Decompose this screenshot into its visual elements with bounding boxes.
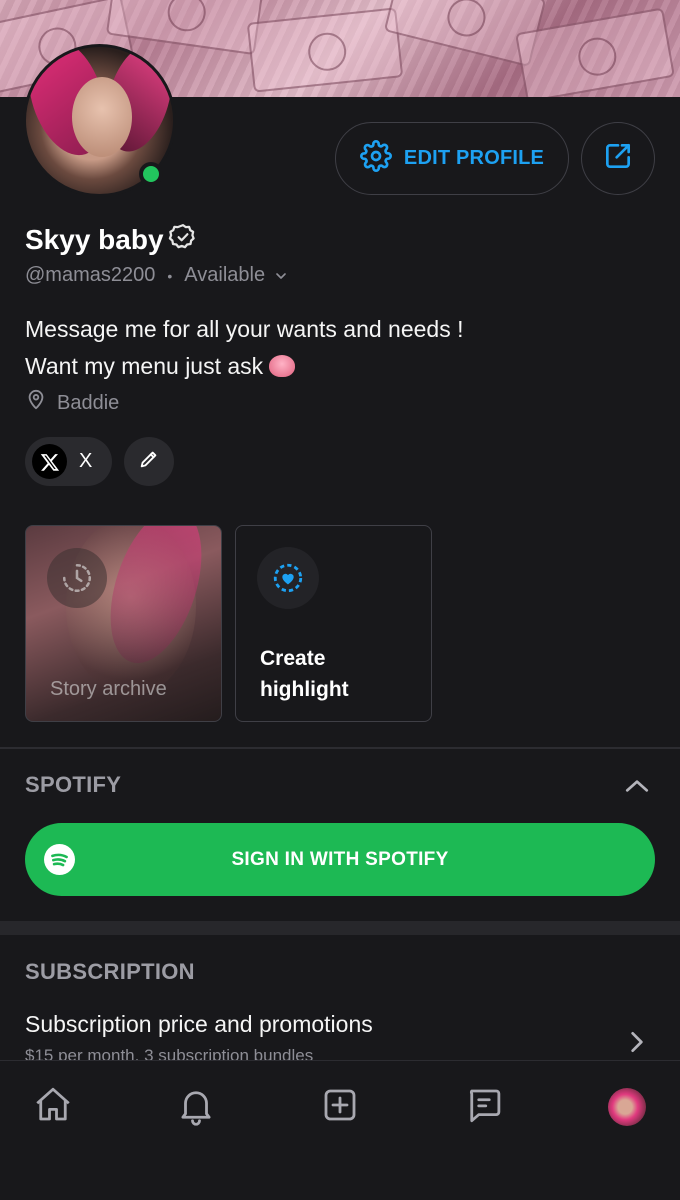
share-icon <box>602 140 634 177</box>
spotify-logo-icon <box>44 844 75 875</box>
nav-home-button[interactable] <box>31 1085 75 1129</box>
heart-circle-icon <box>257 547 319 609</box>
bottom-navigation <box>0 1060 680 1200</box>
edit-profile-label: EDIT PROFILE <box>403 147 545 169</box>
location-pin-icon <box>25 389 47 417</box>
story-archive-label: Story archive <box>50 678 167 700</box>
share-button[interactable] <box>581 122 655 195</box>
profile-avatar-small <box>608 1088 646 1126</box>
emoji-icon <box>269 355 296 377</box>
verified-badge-icon <box>168 222 198 257</box>
handle-row: @mamas2200 • Available <box>25 264 289 287</box>
edit-social-links-button[interactable] <box>124 437 174 486</box>
profile-name-row: Skyy baby <box>25 222 198 257</box>
chevron-down-icon[interactable] <box>273 268 289 284</box>
profile-name: Skyy baby <box>25 223 164 255</box>
location-row: Baddie <box>25 389 119 417</box>
edit-profile-button[interactable]: EDIT PROFILE <box>335 122 569 195</box>
nav-profile-button[interactable] <box>605 1085 649 1129</box>
clock-icon <box>47 548 107 608</box>
sign-in-spotify-label: SIGN IN WITH SPOTIFY <box>231 848 449 870</box>
x-logo-icon <box>32 444 67 479</box>
subscription-row-subtitle: $15 per month, 3 subscription bundles <box>25 1046 314 1060</box>
social-link-x[interactable]: X <box>25 437 112 486</box>
sign-in-spotify-button[interactable]: SIGN IN WITH SPOTIFY <box>25 823 655 896</box>
location-text: Baddie <box>57 391 120 414</box>
section-divider <box>0 747 680 749</box>
messages-icon <box>463 1084 505 1131</box>
availability-status[interactable]: Available <box>184 264 265 287</box>
profile-handle: @mamas2200 <box>25 264 156 286</box>
nav-add-post-button[interactable] <box>318 1085 362 1129</box>
nav-notifications-button[interactable] <box>174 1085 218 1129</box>
subscription-row-title[interactable]: Subscription price and promotions <box>25 1011 373 1038</box>
online-status-dot <box>139 162 163 186</box>
spotify-section-title: SPOTIFY <box>25 772 122 797</box>
add-post-icon <box>319 1084 361 1131</box>
home-icon <box>32 1084 74 1131</box>
bell-icon <box>175 1084 217 1131</box>
story-archive-card[interactable]: Story archive <box>25 525 222 722</box>
social-x-label: X <box>79 450 93 472</box>
create-highlight-label: Create highlight <box>260 647 349 701</box>
section-separator <box>0 921 680 935</box>
bio-line-2: Want my menu just ask <box>25 348 464 385</box>
nav-messages-button[interactable] <box>462 1085 506 1129</box>
chevron-right-icon[interactable] <box>628 1029 646 1060</box>
chevron-up-icon[interactable] <box>624 775 650 802</box>
subscription-section-title: SUBSCRIPTION <box>25 959 195 984</box>
profile-bio: Message me for all your wants and needs … <box>25 311 464 385</box>
pencil-icon <box>138 448 160 475</box>
gear-icon <box>359 139 392 178</box>
create-highlight-card[interactable]: Create highlight <box>235 525 432 722</box>
bio-line-1: Message me for all your wants and needs … <box>25 316 464 342</box>
